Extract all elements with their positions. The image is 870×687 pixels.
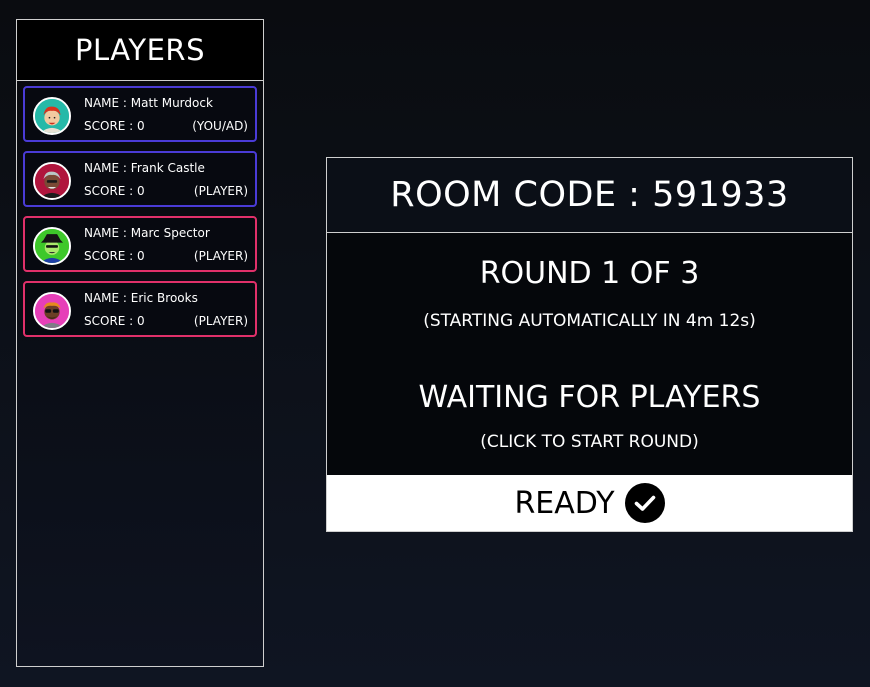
ready-button[interactable]: READY bbox=[327, 475, 852, 531]
player-card: NAME : Marc Spector SCORE : 0 (PLAYER) bbox=[23, 216, 257, 272]
player-role: (YOU/AD) bbox=[192, 119, 248, 133]
player-score: SCORE : 0 bbox=[84, 184, 145, 198]
round-countdown: (STARTING AUTOMATICALLY IN 4m 12s) bbox=[423, 311, 756, 331]
player-role: (PLAYER) bbox=[193, 314, 248, 328]
player-name: NAME : Frank Castle bbox=[84, 161, 205, 175]
waiting-title: WAITING FOR PLAYERS bbox=[418, 380, 761, 415]
avatar-red-hair-icon bbox=[33, 97, 71, 135]
player-card: NAME : Matt Murdock SCORE : 0 (YOU/AD) bbox=[23, 86, 257, 142]
player-card: NAME : Eric Brooks SCORE : 0 (PLAYER) bbox=[23, 281, 257, 337]
player-score: SCORE : 0 bbox=[84, 119, 145, 133]
room-code: ROOM CODE : 591933 bbox=[327, 158, 852, 233]
check-circle-icon bbox=[624, 483, 665, 523]
player-name: NAME : Matt Murdock bbox=[84, 96, 213, 110]
player-score: SCORE : 0 bbox=[84, 249, 145, 263]
avatar-sunglasses-icon bbox=[33, 292, 71, 330]
player-role: (PLAYER) bbox=[193, 249, 248, 263]
avatar-grey-hair-icon bbox=[33, 162, 71, 200]
avatar-hat-icon bbox=[33, 227, 71, 265]
waiting-hint: (CLICK TO START ROUND) bbox=[480, 432, 699, 452]
ready-label: READY bbox=[514, 485, 615, 521]
round-title: ROUND 1 OF 3 bbox=[479, 256, 700, 291]
player-card: NAME : Frank Castle SCORE : 0 (PLAYER) bbox=[23, 151, 257, 207]
room-panel: ROOM CODE : 591933 ROUND 1 OF 3 (STARTIN… bbox=[326, 157, 853, 532]
player-list: NAME : Matt Murdock SCORE : 0 (YOU/AD) N… bbox=[17, 81, 263, 337]
player-score: SCORE : 0 bbox=[84, 314, 145, 328]
player-name: NAME : Marc Spector bbox=[84, 226, 210, 240]
players-title: PLAYERS bbox=[17, 20, 263, 81]
player-role: (PLAYER) bbox=[193, 184, 248, 198]
player-name: NAME : Eric Brooks bbox=[84, 291, 198, 305]
players-sidebar: PLAYERS NAME : Matt Murdock SCORE : 0 (Y… bbox=[16, 19, 264, 667]
